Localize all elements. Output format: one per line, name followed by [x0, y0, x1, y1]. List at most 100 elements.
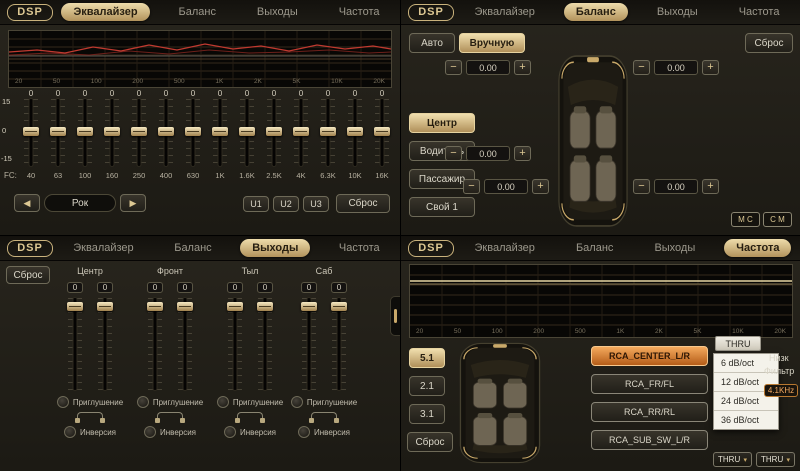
outputs-reset-button[interactable]: Сброс	[6, 266, 50, 284]
slider-handle[interactable]	[158, 127, 174, 136]
tab-balance[interactable]: Баланс	[564, 239, 625, 257]
tab-equalizer[interactable]: Эквалайзер	[61, 239, 145, 257]
position-custom-button[interactable]: Свой 1	[409, 197, 475, 217]
channel-rca-rear-button[interactable]: RCA_RR/RL	[591, 402, 708, 422]
slider-handle[interactable]	[331, 302, 347, 311]
balance-manual-button[interactable]: Вручную	[459, 33, 525, 53]
tab-equalizer[interactable]: Эквалайзер	[463, 3, 547, 21]
minus-button[interactable]: −	[445, 146, 462, 161]
eq-band-slider[interactable]	[265, 99, 283, 166]
output-slider[interactable]	[176, 298, 194, 390]
tab-balance[interactable]: Баланс	[167, 3, 228, 21]
mode-2-1-button[interactable]: 2.1	[409, 376, 445, 396]
eq-band-slider[interactable]	[319, 99, 337, 166]
mc-button[interactable]: M C	[731, 212, 760, 227]
plus-button[interactable]: +	[702, 60, 719, 75]
eq-band-slider[interactable]	[22, 99, 40, 166]
preset-next-button[interactable]: ▶	[120, 194, 146, 212]
eq-band-slider[interactable]	[49, 99, 67, 166]
position-center-button[interactable]: Центр	[409, 113, 475, 133]
eq-band-slider[interactable]	[211, 99, 229, 166]
invert-checkbox[interactable]	[224, 426, 236, 438]
minus-button[interactable]: −	[445, 60, 462, 75]
slider-handle[interactable]	[185, 127, 201, 136]
channel-rca-sub-button[interactable]: RCA_SUB_SW_L/R	[591, 430, 708, 450]
slider-handle[interactable]	[227, 302, 243, 311]
mute-checkbox[interactable]	[291, 396, 303, 408]
slider-handle[interactable]	[50, 127, 66, 136]
slider-handle[interactable]	[374, 127, 390, 136]
minus-button[interactable]: −	[463, 179, 480, 194]
mute-checkbox[interactable]	[57, 396, 69, 408]
tab-outputs[interactable]: Выходы	[240, 239, 310, 257]
invert-checkbox[interactable]	[298, 426, 310, 438]
tab-frequency[interactable]: Частота	[724, 239, 791, 257]
tab-equalizer[interactable]: Эквалайзер	[61, 3, 149, 21]
eq-band-slider[interactable]	[103, 99, 121, 166]
slider-handle[interactable]	[212, 127, 228, 136]
eq-band-slider[interactable]	[373, 99, 391, 166]
eq-band-slider[interactable]	[238, 99, 256, 166]
user-preset-1-button[interactable]: U1	[243, 196, 269, 212]
mode-3-1-button[interactable]: 3.1	[409, 404, 445, 424]
tab-outputs[interactable]: Выходы	[245, 3, 310, 21]
slider-handle[interactable]	[257, 302, 273, 311]
panel-slide-handle[interactable]	[390, 296, 400, 336]
slider-handle[interactable]	[239, 127, 255, 136]
slider-handle[interactable]	[301, 302, 317, 311]
filter-frequency-value[interactable]: 4.1KHz	[764, 384, 798, 397]
minus-button[interactable]: −	[633, 179, 650, 194]
tab-frequency[interactable]: Частота	[727, 3, 792, 21]
output-slider[interactable]	[66, 298, 84, 390]
link-channels-icon[interactable]	[311, 412, 337, 421]
eq-band-slider[interactable]	[292, 99, 310, 166]
invert-checkbox[interactable]	[144, 426, 156, 438]
user-preset-3-button[interactable]: U3	[303, 196, 329, 212]
eq-band-slider[interactable]	[130, 99, 148, 166]
slider-handle[interactable]	[266, 127, 282, 136]
slope-selected-value[interactable]: THRU	[715, 336, 761, 351]
tab-balance[interactable]: Баланс	[564, 3, 628, 21]
output-slider[interactable]	[330, 298, 348, 390]
tab-equalizer[interactable]: Эквалайзер	[463, 239, 547, 257]
invert-checkbox[interactable]	[64, 426, 76, 438]
plus-button[interactable]: +	[514, 146, 531, 161]
xover-reset-button[interactable]: Сброс	[407, 432, 453, 452]
slider-handle[interactable]	[347, 127, 363, 136]
channel-rca-front-button[interactable]: RCA_FR/FL	[591, 374, 708, 394]
slider-handle[interactable]	[23, 127, 39, 136]
slider-handle[interactable]	[320, 127, 336, 136]
tab-balance[interactable]: Баланс	[162, 239, 223, 257]
slider-handle[interactable]	[104, 127, 120, 136]
plus-button[interactable]: +	[514, 60, 531, 75]
thru-dropdown-right[interactable]: THRU ▾	[756, 452, 795, 467]
eq-band-slider[interactable]	[346, 99, 364, 166]
tab-outputs[interactable]: Выходы	[642, 239, 707, 257]
cm-button[interactable]: C M	[763, 212, 792, 227]
output-slider[interactable]	[300, 298, 318, 390]
eq-reset-button[interactable]: Сброс	[336, 194, 390, 213]
minus-button[interactable]: −	[633, 60, 650, 75]
slider-handle[interactable]	[293, 127, 309, 136]
link-channels-icon[interactable]	[77, 412, 103, 421]
link-channels-icon[interactable]	[237, 412, 263, 421]
output-slider[interactable]	[256, 298, 274, 390]
balance-auto-button[interactable]: Авто	[409, 33, 455, 53]
slider-handle[interactable]	[67, 302, 83, 311]
tab-frequency[interactable]: Частота	[327, 3, 392, 21]
user-preset-2-button[interactable]: U2	[273, 196, 299, 212]
preset-name[interactable]: Рок	[44, 194, 116, 212]
mode-5-1-button[interactable]: 5.1	[409, 348, 445, 368]
plus-button[interactable]: +	[532, 179, 549, 194]
slider-handle[interactable]	[77, 127, 93, 136]
balance-reset-button[interactable]: Сброс	[745, 33, 793, 53]
eq-band-slider[interactable]	[157, 99, 175, 166]
output-slider[interactable]	[146, 298, 164, 390]
slider-handle[interactable]	[131, 127, 147, 136]
eq-band-slider[interactable]	[76, 99, 94, 166]
slider-handle[interactable]	[97, 302, 113, 311]
preset-prev-button[interactable]: ◀	[14, 194, 40, 212]
channel-rca-center-button[interactable]: RCA_CENTER_L/R	[591, 346, 708, 366]
mute-checkbox[interactable]	[217, 396, 229, 408]
tab-frequency[interactable]: Частота	[327, 239, 392, 257]
